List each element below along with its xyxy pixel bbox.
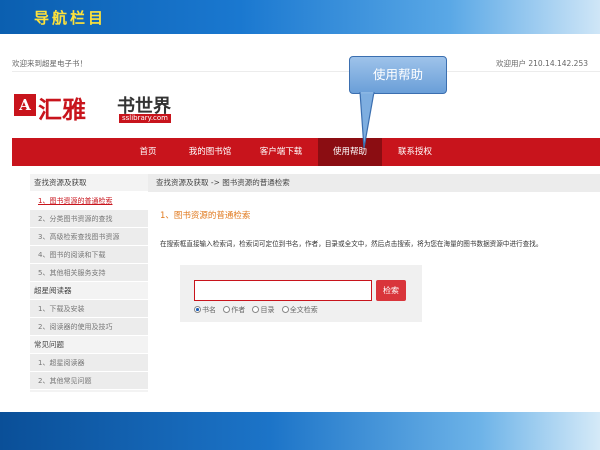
radio-label: 目录 [260, 306, 275, 314]
radio-label: 作者 [231, 306, 246, 314]
user-info: 欢迎用户 210.14.142.253 [495, 59, 588, 68]
radio-dot-icon [281, 306, 289, 313]
slide-title: 导航栏目 [34, 9, 107, 27]
sidebar-item[interactable]: 3、高级检索查找图书资源 [30, 228, 148, 246]
welcome-text: 欢迎来到超星电子书！ [12, 59, 87, 68]
sidebar-item[interactable]: 1、图书资源的普通检索 [30, 192, 148, 210]
radio-title[interactable]: 书名 [194, 305, 216, 315]
sidebar-heading[interactable]: 查找资源及获取 [30, 174, 148, 192]
logo-mark: A [14, 94, 36, 116]
search-input[interactable] [194, 280, 372, 301]
radio-dot-icon [194, 306, 201, 313]
radio-fulltext[interactable]: 全文检索 [281, 305, 318, 315]
sidebar-item[interactable]: 1、下载及安装 [30, 300, 148, 318]
callout-pointer [359, 92, 375, 149]
slide-footer [0, 412, 600, 450]
sidebar-heading[interactable]: 超星阅读器 [30, 282, 148, 300]
main-nav: 首页 我的图书馆 客户端下载 使用帮助 联系授权 [12, 138, 600, 166]
breadcrumb: 查找资源及获取 -> 图书资源的普通检索 [148, 174, 600, 192]
logo-brand: 汇雅 [38, 95, 86, 124]
section-title: 1、图书资源的普通检索 [160, 211, 251, 221]
callout-label: 使用帮助 [349, 56, 447, 94]
sidebar-item[interactable]: 5、其他相关服务支持 [30, 264, 148, 282]
nav-contact[interactable]: 联系授权 [388, 138, 442, 166]
sidebar-item[interactable]: 4、图书的阅读和下载 [30, 246, 148, 264]
radio-dot-icon [252, 306, 260, 313]
radio-author[interactable]: 作者 [223, 305, 245, 315]
sidebar-heading[interactable]: 常见问题 [30, 336, 148, 354]
logo-domain: sslibrary.com [119, 114, 171, 123]
search-button[interactable]: 检索 [376, 280, 406, 301]
radio-toc[interactable]: 目录 [252, 305, 274, 315]
screenshot-area: 欢迎来到超星电子书！ 欢迎用户 210.14.142.253 A 汇雅 书世界 … [12, 52, 600, 392]
sidebar: 查找资源及获取 1、图书资源的普通检索 2、分类图书资源的查找 3、高级检索查找… [30, 174, 148, 392]
radio-dot-icon [223, 306, 231, 313]
nav-my-library[interactable]: 我的图书馆 [178, 138, 242, 166]
search-scope-options: 书名 作者 目录 全文检索 [194, 305, 323, 315]
nav-client-download[interactable]: 客户端下载 [252, 138, 310, 166]
nav-home[interactable]: 首页 [130, 138, 166, 166]
sidebar-item[interactable]: 1、超星阅读器 [30, 354, 148, 372]
section-description: 在搜索框直接输入检索词，检索词可定位到书名，作者，目录或全文中，然后点击搜索，将… [160, 240, 543, 248]
sidebar-item[interactable]: 2、分类图书资源的查找 [30, 210, 148, 228]
radio-label: 全文检索 [289, 306, 318, 314]
top-bar: 欢迎来到超星电子书！ 欢迎用户 210.14.142.253 [12, 52, 600, 72]
search-panel: 检索 书名 作者 目录 全文检索 [180, 265, 422, 322]
sidebar-item[interactable]: 2、阅读器的使用及技巧 [30, 318, 148, 336]
slide-header: 导航栏目 [0, 0, 600, 34]
radio-label: 书名 [202, 306, 216, 314]
sidebar-item[interactable]: 2、其他常见问题 [30, 372, 148, 390]
